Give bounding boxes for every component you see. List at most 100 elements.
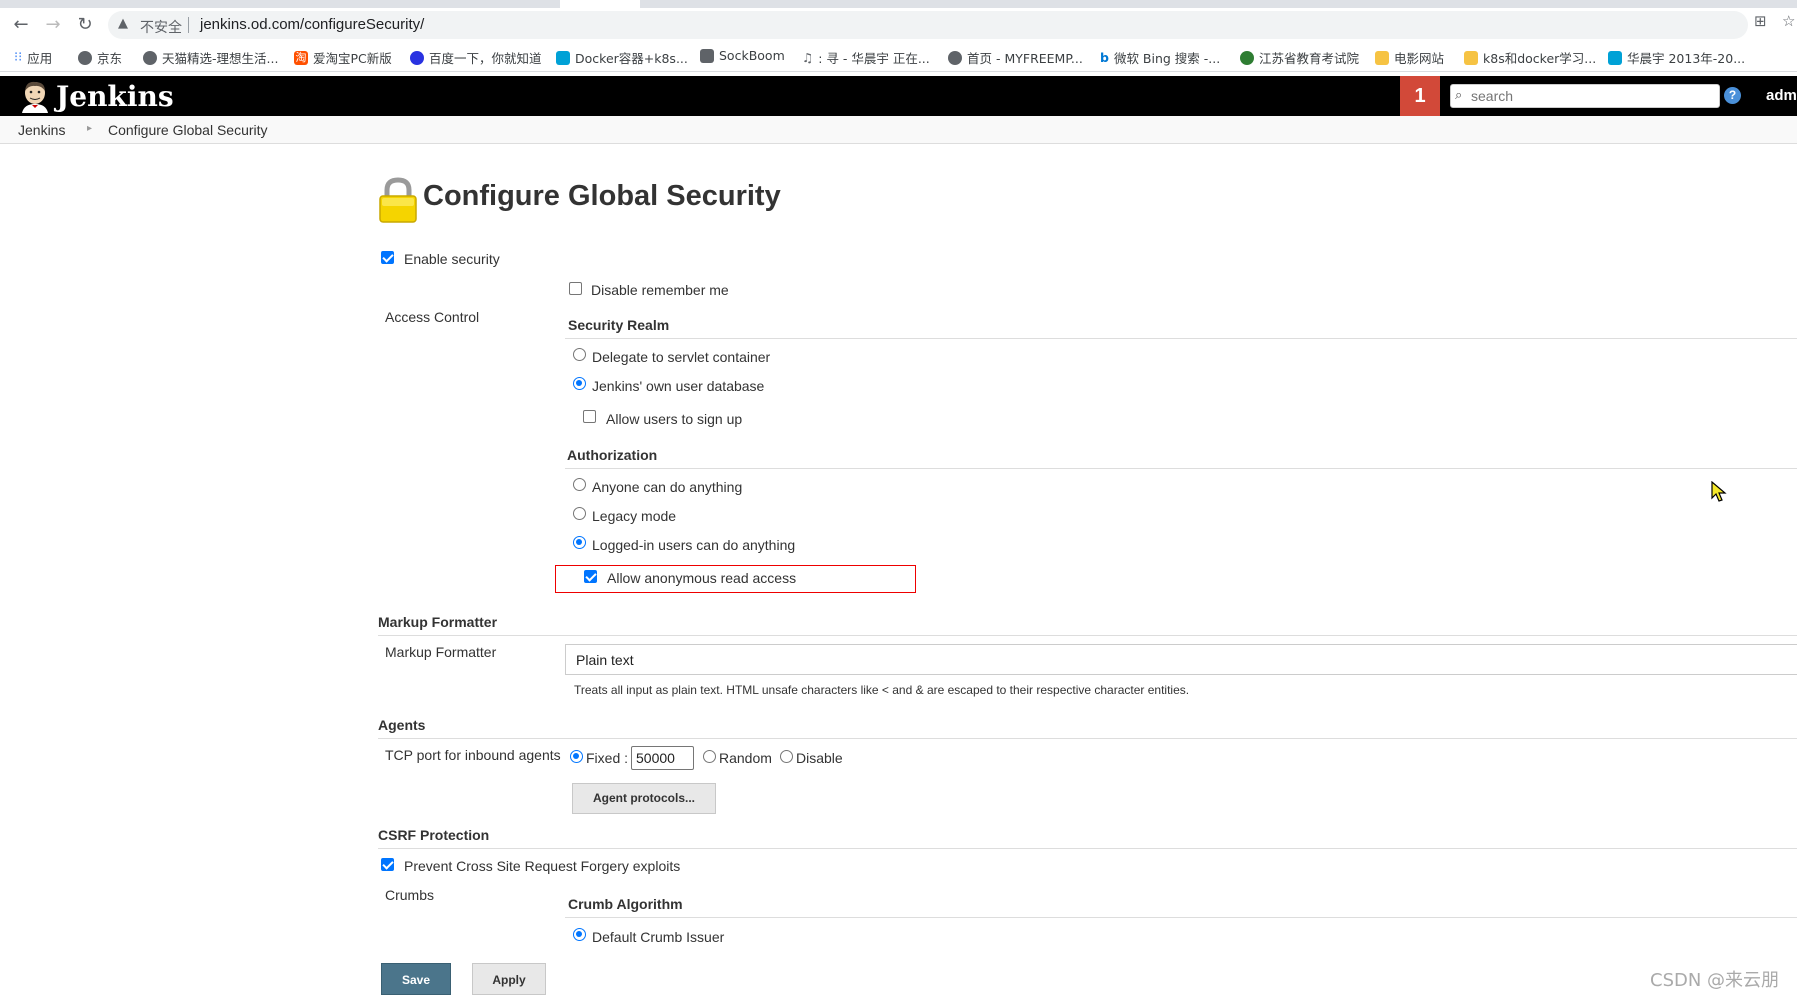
bookmark-apps[interactable]: ⁝⁝ 应用 (14, 48, 52, 67)
legacy-mode-label[interactable]: Legacy mode (592, 508, 676, 524)
bookmark-label: k8s和docker学习... (1483, 51, 1597, 66)
anyone-anything-radio[interactable] (573, 478, 586, 491)
bookmark-label: 京东 (97, 51, 123, 66)
baidu-paw-icon (410, 50, 424, 65)
bookmark-folder[interactable]: 电影网站 (1375, 48, 1444, 67)
bookmark-label: 江苏省教育考试院 (1259, 51, 1360, 66)
bing-icon: b (1100, 50, 1109, 65)
apps-grid-icon: ⁝⁝ (14, 50, 23, 65)
bookmark-folder[interactable]: k8s和docker学习... (1464, 48, 1596, 67)
url-text[interactable]: jenkins.od.com/configureSecurity/ (200, 16, 424, 33)
logged-in-users-radio[interactable] (573, 536, 586, 549)
warning-triangle-icon: ▲ (118, 16, 128, 31)
taobao-icon: 淘 (294, 50, 308, 65)
delegate-servlet-label[interactable]: Delegate to servlet container (592, 349, 770, 365)
port-disable-radio[interactable] (780, 750, 793, 763)
page-title: Configure Global Security (423, 180, 781, 212)
divider (378, 848, 1797, 849)
reload-icon[interactable]: ↻ (74, 14, 96, 36)
jenkins-header: Jenkins 1 ⌕ ? admi (0, 76, 1797, 116)
help-icon[interactable]: ? (1724, 87, 1741, 104)
breadcrumb-configure-security[interactable]: Configure Global Security (108, 122, 268, 138)
disable-remember-me-label[interactable]: Disable remember me (591, 282, 729, 298)
bookmark-item[interactable]: 淘 爱淘宝PC新版 (294, 48, 392, 67)
security-realm-heading: Security Realm (568, 317, 670, 333)
csrf-heading: CSRF Protection (378, 827, 490, 843)
sockboom-icon (700, 48, 714, 63)
exam-institute-icon (1240, 50, 1254, 65)
port-fixed-radio[interactable] (570, 750, 583, 763)
allow-signup-label[interactable]: Allow users to sign up (606, 411, 742, 427)
user-link[interactable]: admi (1766, 87, 1797, 104)
breadcrumb-chevron-icon: ▸ (87, 123, 93, 134)
port-disable-label[interactable]: Disable (796, 750, 843, 766)
enable-security-checkbox[interactable] (381, 251, 394, 264)
logged-in-users-label[interactable]: Logged-in users can do anything (592, 537, 795, 553)
default-crumb-issuer-radio[interactable] (573, 928, 586, 941)
bookmark-label: 爱淘宝PC新版 (313, 51, 392, 66)
bookmark-item[interactable]: ♫ : 寻 - 华晨宇 正在... (802, 48, 930, 67)
bookmark-item[interactable]: Docker容器+k8s... (556, 48, 688, 67)
back-arrow-icon[interactable]: ← (10, 14, 32, 36)
delegate-servlet-radio[interactable] (573, 348, 586, 361)
search-input[interactable] (1471, 87, 1711, 105)
watermark-text: CSDN @来云朋 (1650, 970, 1780, 991)
divider (565, 917, 1797, 918)
breadcrumb: Jenkins ▸ Configure Global Security (0, 116, 1797, 144)
allow-anonymous-read-checkbox[interactable] (584, 570, 597, 583)
bookmark-item[interactable]: 京东 (78, 48, 122, 67)
bookmark-item[interactable]: SockBoom (700, 48, 785, 63)
bookmark-item[interactable]: b 微软 Bing 搜索 -... (1100, 48, 1220, 67)
own-user-database-label[interactable]: Jenkins' own user database (592, 378, 764, 394)
prevent-csrf-label[interactable]: Prevent Cross Site Request Forgery explo… (404, 858, 680, 874)
disable-remember-me-checkbox[interactable] (569, 282, 582, 295)
bookmark-item[interactable]: 天猫精选-理想生活... (143, 48, 278, 67)
notification-badge[interactable]: 1 (1400, 76, 1440, 116)
allow-signup-checkbox[interactable] (583, 410, 596, 423)
address-bar[interactable]: ▲ 不安全 jenkins.od.com/configureSecurity/ (108, 11, 1748, 39)
bookmark-item[interactable]: 百度一下，你就知道 (410, 48, 542, 67)
globe-icon (143, 50, 157, 65)
translate-icon[interactable]: ⊞ (1754, 12, 1767, 30)
divider (565, 338, 1797, 339)
save-button[interactable]: Save (381, 963, 451, 995)
bookmark-item[interactable]: 江苏省教育考试院 (1240, 48, 1359, 67)
divider (378, 738, 1797, 739)
prevent-csrf-checkbox[interactable] (381, 858, 394, 871)
browser-toolbar: ← → ↻ ▲ 不安全 jenkins.od.com/configureSecu… (0, 8, 1797, 42)
globe-icon (948, 50, 962, 65)
agent-protocols-button[interactable]: Agent protocols... (572, 783, 716, 814)
crumbs-label: Crumbs (385, 887, 435, 903)
markup-formatter-heading: Markup Formatter (378, 614, 498, 630)
bilibili-tv-icon (556, 50, 570, 65)
port-number-input[interactable] (631, 746, 694, 770)
allow-anonymous-read-label[interactable]: Allow anonymous read access (607, 570, 796, 586)
bookmark-label: 天猫精选-理想生活... (162, 51, 279, 66)
bookmark-label: 电影网站 (1394, 51, 1445, 66)
search-icon: ⌕ (1455, 88, 1463, 103)
port-random-label[interactable]: Random (719, 750, 772, 766)
bookmark-item[interactable]: 华晨宇 2013年-20... (1608, 48, 1745, 67)
forward-arrow-icon[interactable]: → (42, 14, 64, 36)
jenkins-title[interactable]: Jenkins (56, 80, 174, 113)
port-fixed-label[interactable]: Fixed : (586, 750, 628, 766)
default-crumb-issuer-label[interactable]: Default Crumb Issuer (592, 929, 724, 945)
access-control-label: Access Control (385, 309, 480, 325)
apply-button[interactable]: Apply (472, 963, 546, 995)
bookmark-item[interactable]: 首页 - MYFREEMP... (948, 48, 1083, 67)
legacy-mode-radio[interactable] (573, 507, 586, 520)
browser-active-tab[interactable] (560, 0, 640, 8)
bookmark-label: SockBoom (719, 48, 785, 63)
markup-formatter-select[interactable]: Plain text (565, 644, 1797, 675)
folder-icon (1375, 50, 1389, 65)
search-box[interactable]: ⌕ (1450, 84, 1720, 108)
port-random-radio[interactable] (703, 750, 716, 763)
bookmark-label: 首页 - MYFREEMP... (967, 51, 1083, 66)
own-user-database-radio[interactable] (573, 377, 586, 390)
anyone-anything-label[interactable]: Anyone can do anything (592, 479, 742, 495)
breadcrumb-jenkins[interactable]: Jenkins (18, 122, 65, 138)
jenkins-butler-logo-icon[interactable] (18, 79, 52, 113)
enable-security-label[interactable]: Enable security (404, 251, 500, 267)
bookmark-star-icon[interactable]: ☆ (1782, 12, 1795, 30)
crumb-algorithm-heading: Crumb Algorithm (568, 896, 683, 912)
